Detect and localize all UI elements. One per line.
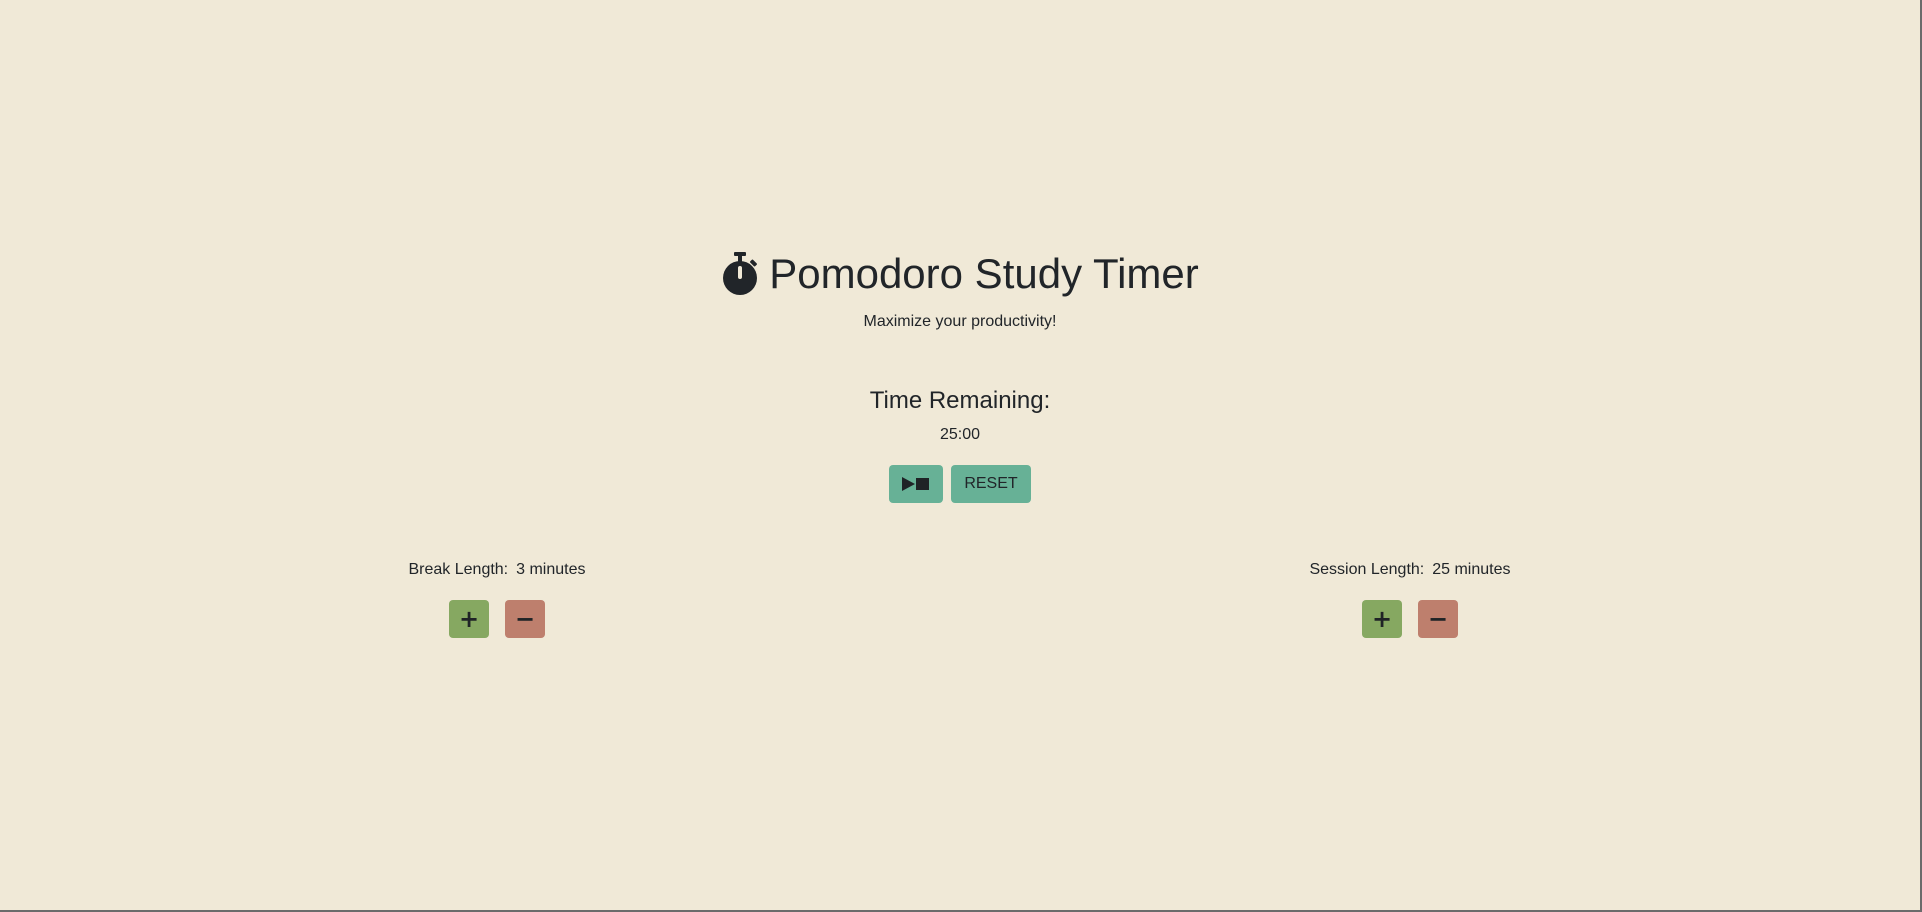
break-length-value: 3 minutes [516,561,586,578]
minus-icon: − [1427,605,1449,633]
time-display: 25:00 [939,426,981,443]
play-pause-button[interactable] [889,465,943,503]
break-length-control: Break Length: 3 minutes + − [347,560,647,638]
session-length-value: 25 minutes [1432,561,1511,578]
session-length-label: Session Length: [1309,561,1425,578]
play-pause-icon [902,477,929,491]
page-title: Pomodoro Study Timer [769,250,1199,297]
session-length-label-row: Session Length: 25 minutes [1260,560,1560,580]
break-increment-button[interactable]: + [449,600,489,638]
plus-icon: + [1371,605,1393,633]
stopwatch-icon [723,252,758,295]
header: Pomodoro Study Timer [0,246,1920,302]
session-adjust-row: + − [1260,600,1560,638]
time-remaining-heading: Time Remaining: [869,387,1051,414]
session-decrement-button[interactable]: − [1418,600,1458,638]
reset-button[interactable]: RESET [951,465,1031,503]
session-length-control: Session Length: 25 minutes + − [1260,560,1560,638]
page-subtitle: Maximize your productivity! [863,313,1057,330]
break-adjust-row: + − [347,600,647,638]
break-decrement-button[interactable]: − [505,600,545,638]
minus-icon: − [514,605,536,633]
page-frame [0,0,1922,912]
timer-controls: RESET [0,465,1920,503]
break-length-label-row: Break Length: 3 minutes [347,560,647,580]
break-length-label: Break Length: [408,561,509,578]
plus-icon: + [458,605,480,633]
session-increment-button[interactable]: + [1362,600,1402,638]
